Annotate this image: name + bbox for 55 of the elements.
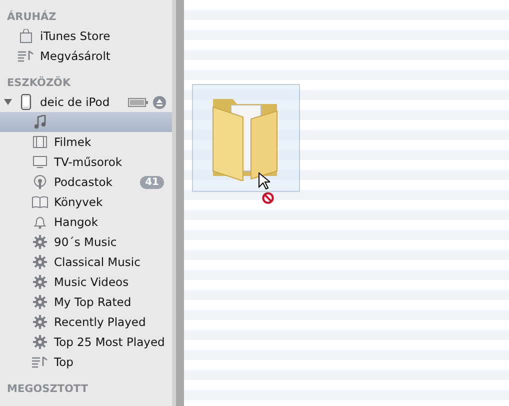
sidebar-item-label: Könyvek xyxy=(54,195,103,209)
sidebar-item[interactable]: Music Videos xyxy=(0,272,172,292)
sidebar-item[interactable]: Recently Played xyxy=(0,312,172,332)
cursor-icon xyxy=(258,172,270,190)
sidebar-item-label: Top 25 Most Played xyxy=(54,335,165,349)
count-badge: 41 xyxy=(140,176,164,188)
sidebar-item-label: Music Videos xyxy=(54,275,129,289)
sidebar-item-label: My Top Rated xyxy=(54,295,132,309)
section-header: ÁRUHÁZ xyxy=(6,9,58,25)
shopping-bag-icon xyxy=(20,29,32,43)
sidebar-item[interactable]: iTunes Store xyxy=(0,26,172,46)
sidebar-item-label: 90´s Music xyxy=(54,235,117,249)
tv-icon xyxy=(33,156,47,168)
gear-icon xyxy=(33,275,47,289)
bell-icon xyxy=(34,215,46,229)
sidebar-item[interactable]: Könyvek xyxy=(0,192,172,212)
sidebar-item-label: iTunes Store xyxy=(40,29,110,43)
gear-icon xyxy=(33,235,47,249)
disclosure-triangle-icon[interactable] xyxy=(4,98,12,106)
section-header: ESZKÖZÖK xyxy=(6,75,72,91)
gear-icon xyxy=(33,335,47,349)
sidebar-item-label: deic de iPod xyxy=(40,95,110,109)
sidebar-item[interactable]: 90´s Music xyxy=(0,232,172,252)
sidebar-item[interactable]: Top 25 Most Played xyxy=(0,332,172,352)
sidebar-item[interactable]: TV-műsorok xyxy=(0,152,172,172)
gear-icon xyxy=(33,255,47,269)
battery-icon xyxy=(128,98,148,106)
sidebar-item[interactable] xyxy=(0,112,172,132)
book-icon xyxy=(32,196,48,208)
playlist-icon xyxy=(18,50,34,62)
sidebar-item-label: Recently Played xyxy=(54,315,146,329)
sidebar-item-label: Hangok xyxy=(54,215,98,229)
film-icon xyxy=(33,136,47,148)
sidebar-item-label: Podcastok xyxy=(54,175,112,189)
sidebar-item-label: Megvásárolt xyxy=(40,49,110,63)
sidebar-item[interactable]: deic de iPod xyxy=(0,92,172,112)
section-header: MEGOSZTOTT xyxy=(6,382,89,397)
playlist-icon xyxy=(32,356,48,368)
sidebar-item[interactable]: Podcastok 41 xyxy=(0,172,172,192)
gear-icon xyxy=(33,295,47,309)
sidebar-item-label: TV-műsorok xyxy=(54,155,122,169)
music-note-icon xyxy=(34,115,46,129)
sidebar-item[interactable]: Hangok xyxy=(0,212,172,232)
sidebar-item[interactable]: Top xyxy=(0,352,172,372)
sidebar-item[interactable]: Megvásárolt xyxy=(0,46,172,66)
sidebar-item-label: Filmek xyxy=(54,135,92,149)
sidebar-item[interactable]: My Top Rated xyxy=(0,292,172,312)
sidebar-item[interactable]: Classical Music xyxy=(0,252,172,272)
sidebar-item-label: Top xyxy=(54,355,74,369)
sidebar-item[interactable]: Filmek xyxy=(0,132,172,152)
ipod-icon xyxy=(21,94,31,110)
podcast-icon xyxy=(33,175,47,189)
gear-icon xyxy=(33,315,47,329)
sidebar-item-label: Classical Music xyxy=(54,255,140,269)
eject-icon[interactable] xyxy=(153,96,166,108)
